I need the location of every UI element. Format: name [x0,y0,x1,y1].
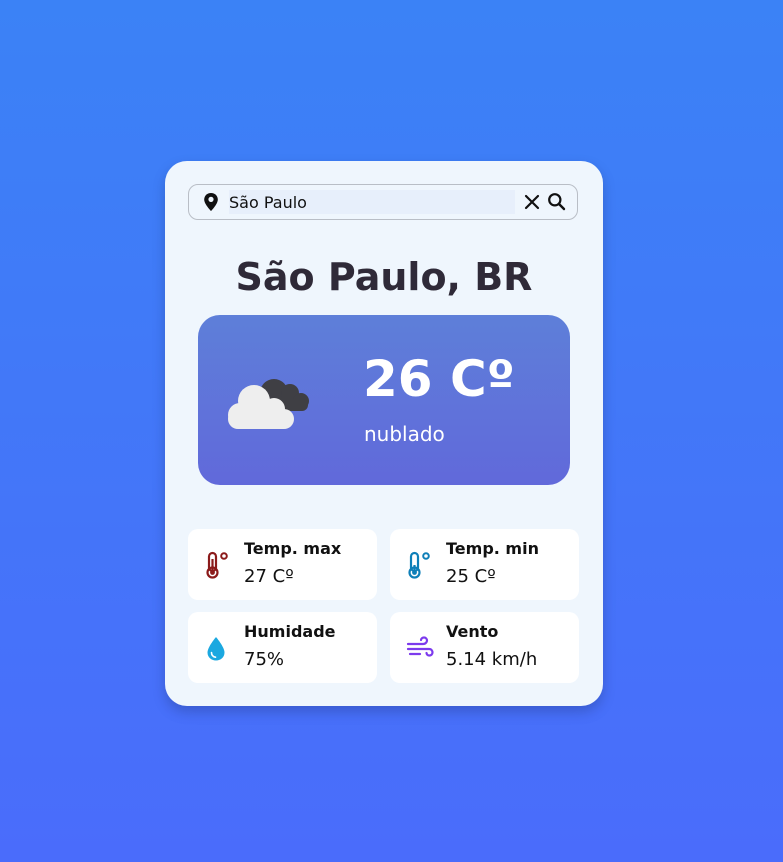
stat-label: Temp. max [244,539,342,558]
close-icon[interactable] [523,193,541,211]
map-pin-icon [204,193,218,211]
search-input[interactable] [229,190,515,214]
thermometer-cold-icon [408,551,430,579]
stat-temp-max: Temp. max 27 Cº [188,529,377,600]
stat-value: 25 Cº [446,566,496,587]
stat-value: 5.14 km/h [446,649,538,670]
stat-value: 27 Cº [244,566,294,587]
city-title: São Paulo, BR [235,255,533,299]
stat-label: Vento [446,622,499,641]
stat-humidity: Humidade 75% [188,612,377,683]
thermometer-hot-icon [206,551,228,579]
stat-wind: Vento 5.14 km/h [390,612,579,683]
search-bar [188,184,578,220]
current-weather-panel: 26 Cº nublado [198,315,570,485]
wind-icon [406,636,434,657]
current-temperature: 26 Cº [363,350,515,408]
stat-temp-min: Temp. min 25 Cº [390,529,579,600]
cloudy-icon [228,379,309,429]
stat-label: Humidade [244,622,336,641]
search-icon[interactable] [547,192,566,211]
water-drop-icon [207,637,225,661]
stat-value: 75% [244,649,285,670]
stat-label: Temp. min [446,539,539,558]
weather-condition: nublado [364,422,445,446]
weather-card: São Paulo, BR 26 Cº nublado Temp. max 27… [165,161,603,706]
